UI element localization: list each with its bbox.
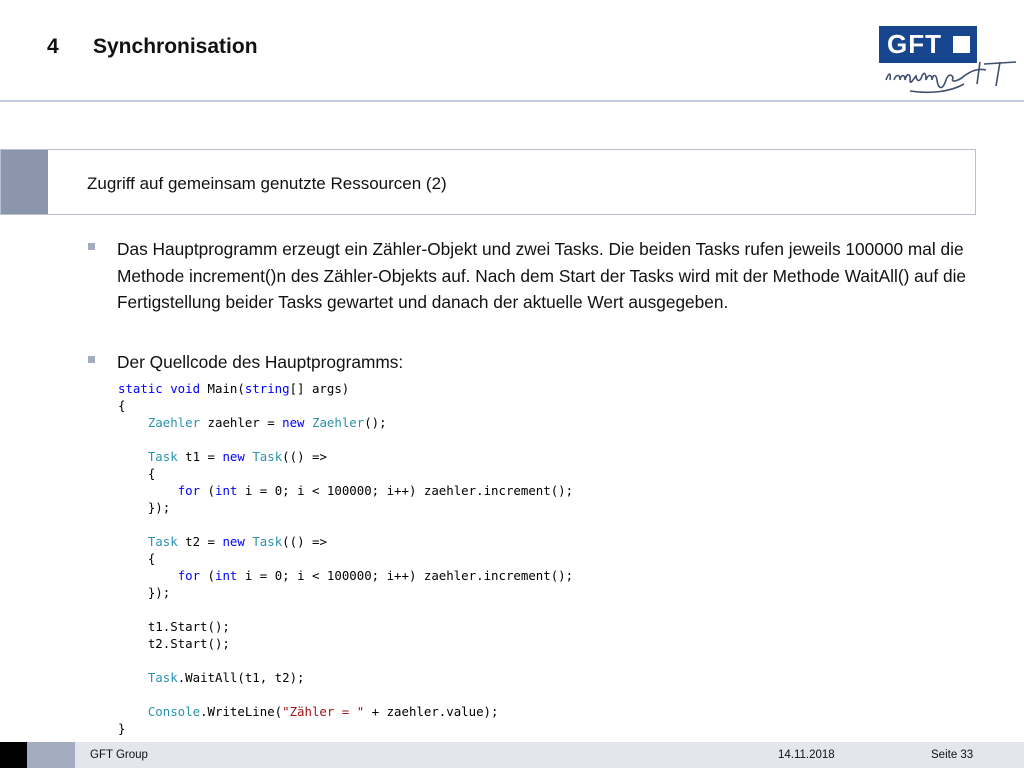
code-token: });	[118, 585, 171, 600]
subtitle-banner: Zugriff auf gemeinsam genutzte Ressource…	[0, 149, 976, 215]
footer-company: GFT Group	[90, 749, 148, 761]
code-line: Console.WriteLine("Zähler = " + zaehler.…	[118, 703, 573, 720]
code-token: Main(	[200, 381, 245, 396]
code-token: Task	[147, 449, 178, 464]
code-token: ();	[364, 415, 387, 430]
subtitle-accent-bar	[1, 150, 48, 214]
code-token: for	[177, 568, 201, 583]
footer-page-number: Seite 33	[931, 749, 974, 761]
bullet-marker	[88, 356, 95, 363]
bullet-text-2: Der Quellcode des Hauptprogramms:	[117, 352, 404, 372]
code-token: for	[177, 483, 201, 498]
code-token: string	[244, 381, 290, 396]
code-token: (	[200, 568, 215, 583]
subtitle: Zugriff auf gemeinsam genutzte Ressource…	[87, 174, 447, 193]
code-token: zaehler =	[200, 415, 283, 430]
code-line: t1.Start();	[118, 618, 573, 635]
code-listing: static void Main(string[] args){ Zaehler…	[118, 380, 573, 737]
code-token: t2.Start();	[118, 636, 230, 651]
bullet-marker	[88, 243, 95, 250]
code-token: {	[118, 398, 126, 413]
code-token: new	[282, 415, 305, 430]
code-line: });	[118, 584, 573, 601]
code-token: new	[222, 534, 245, 549]
code-token: int	[215, 568, 238, 583]
code-line: for (int i = 0; i < 100000; i++) zaehler…	[118, 567, 573, 584]
code-token: Task	[252, 534, 283, 549]
code-token: t1 =	[177, 449, 223, 464]
code-token: [] args)	[289, 381, 350, 396]
footer-black-block	[0, 742, 27, 768]
code-token: .WaitAll(t1, t2);	[177, 670, 305, 685]
code-token: .WriteLine(	[200, 704, 283, 719]
logo-square-icon	[953, 36, 970, 53]
code-line: static void Main(string[] args)	[118, 380, 573, 397]
code-token: {	[118, 466, 156, 481]
code-token: + zaehler.value);	[364, 704, 499, 719]
code-token: (() =>	[282, 449, 327, 464]
code-line: {	[118, 465, 573, 482]
footer: GFT Group 14.11.2018 Seite 33	[0, 742, 1024, 768]
code-token: Zaehler	[311, 415, 365, 430]
code-line: Task.WaitAll(t1, t2);	[118, 669, 573, 686]
code-token: Task	[252, 449, 283, 464]
code-line: Task t2 = new Task(() =>	[118, 533, 573, 550]
code-line: {	[118, 397, 573, 414]
code-line: t2.Start();	[118, 635, 573, 652]
code-token: new	[222, 449, 245, 464]
code-token: i = 0; i < 100000; i++) zaehler.incremen…	[237, 483, 574, 498]
code-token: {	[118, 551, 156, 566]
footer-accent-block	[27, 742, 75, 768]
bullet-text-1: Das Hauptprogramm erzeugt ein Zähler-Obj…	[117, 239, 967, 312]
code-token: }	[118, 721, 126, 736]
section-number: 4	[47, 35, 59, 58]
code-line: for (int i = 0; i < 100000; i++) zaehler…	[118, 482, 573, 499]
logo-text: GFT	[887, 29, 942, 59]
code-token: static void	[118, 381, 201, 396]
code-token: int	[215, 483, 238, 498]
code-line: }	[118, 720, 573, 737]
logo-tagline-signature	[885, 61, 1017, 94]
code-line: Task t1 = new Task(() =>	[118, 448, 573, 465]
code-token: Zaehler	[147, 415, 201, 430]
code-token: t2 =	[177, 534, 223, 549]
code-token: Task	[147, 534, 178, 549]
code-token: (	[200, 483, 215, 498]
code-token: "Zähler = "	[282, 704, 365, 719]
code-token: Task	[147, 670, 178, 685]
code-line: {	[118, 550, 573, 567]
code-token: t1.Start();	[118, 619, 230, 634]
code-token: i = 0; i < 100000; i++) zaehler.incremen…	[237, 568, 574, 583]
code-token: (() =>	[282, 534, 327, 549]
code-line: Zaehler zaehler = new Zaehler();	[118, 414, 573, 431]
footer-date: 14.11.2018	[778, 749, 835, 761]
code-line: });	[118, 499, 573, 516]
header-divider	[0, 100, 1024, 102]
code-token: });	[118, 500, 171, 515]
code-token: Console	[147, 704, 201, 719]
page-title: Synchronisation	[93, 35, 258, 58]
